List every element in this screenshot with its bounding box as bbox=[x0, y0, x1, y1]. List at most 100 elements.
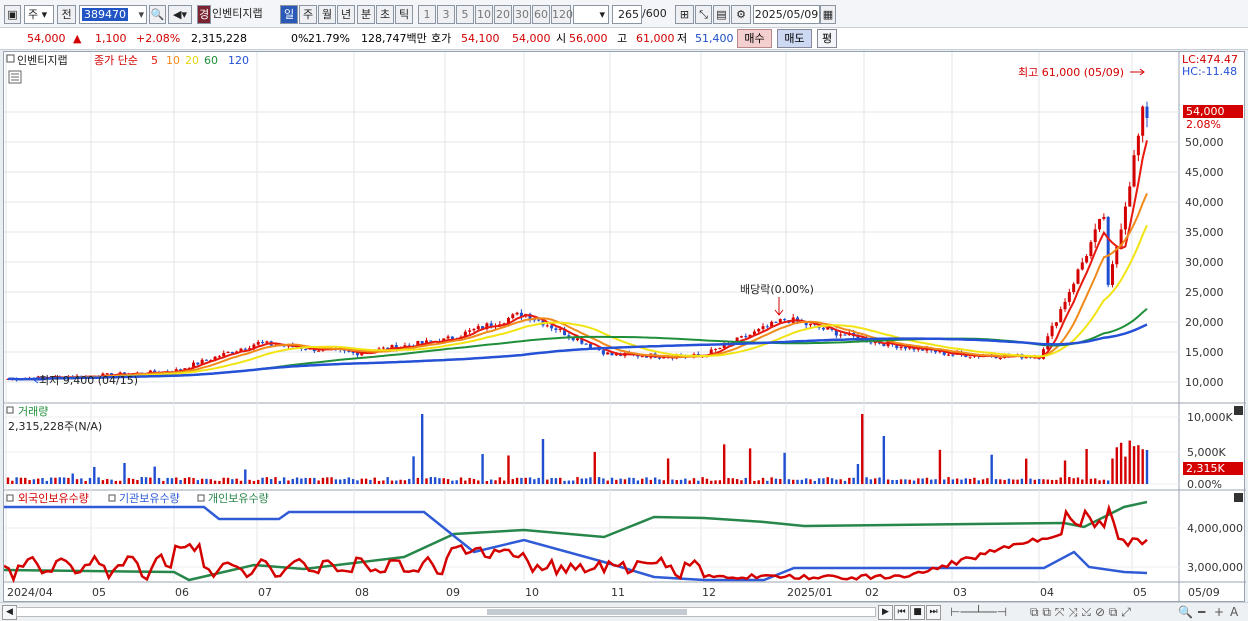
ma-10: 10 bbox=[166, 54, 180, 67]
zoom-slider-icon[interactable]: ⊢──┴──⊣ bbox=[950, 604, 1007, 620]
count-input[interactable]: 265 bbox=[612, 5, 642, 24]
candle-body bbox=[1141, 106, 1145, 136]
low-label: 저 bbox=[677, 32, 688, 45]
search-icon[interactable]: 🔍 bbox=[149, 5, 166, 24]
zoom-out-icon[interactable]: ━ bbox=[1198, 604, 1205, 620]
date-input[interactable]: 2025/05/09 bbox=[753, 5, 820, 24]
volume-bar bbox=[951, 479, 955, 484]
zoom-in-icon[interactable]: + bbox=[1214, 604, 1224, 620]
save-icon[interactable]: ▤ bbox=[713, 5, 730, 24]
period-select[interactable]: 주 ▾ bbox=[24, 5, 54, 24]
tab-day[interactable]: 일 bbox=[280, 5, 298, 24]
tab-second[interactable]: 초 bbox=[376, 5, 394, 24]
zoom-icon[interactable]: 🔍 bbox=[1178, 604, 1193, 620]
x-axis-label: 02 bbox=[865, 586, 879, 599]
stock-code-input[interactable]: 389470 ▾ bbox=[79, 5, 147, 24]
candle-body bbox=[588, 343, 592, 348]
candle-body bbox=[256, 342, 260, 345]
chart-tools-icons[interactable]: ⧉ ⧉ ⤧ ⤨ ⤩ ⊘ ⧉ ⤢ bbox=[1030, 604, 1131, 620]
average-button[interactable]: 평 bbox=[817, 29, 837, 48]
go-last-button[interactable]: ⏭ bbox=[926, 605, 941, 620]
volume-bar bbox=[498, 477, 502, 484]
go-first-button[interactable]: ⏮ bbox=[894, 605, 909, 620]
volume-legend-box-icon bbox=[6, 406, 14, 414]
volume-bar bbox=[628, 477, 631, 484]
scroll-left-button[interactable]: ◀ bbox=[2, 605, 17, 620]
volume-bar bbox=[32, 479, 36, 484]
tab-month[interactable]: 월 bbox=[318, 5, 336, 24]
volume-bar bbox=[274, 477, 277, 484]
code-dropdown-icon[interactable]: ▾ bbox=[136, 6, 146, 23]
min-price-annotation: 최저 9,400 (04/15) bbox=[39, 374, 138, 387]
interval-5[interactable]: 5 bbox=[456, 5, 474, 24]
price-y-tick: 20,000 bbox=[1185, 316, 1224, 329]
volume-bar bbox=[537, 477, 540, 484]
volume-bar bbox=[533, 479, 536, 484]
volume-bar bbox=[442, 478, 445, 484]
volume-y-tick: 5,000K bbox=[1187, 446, 1226, 459]
volume-bar bbox=[209, 479, 212, 484]
x-axis-label: 2024/04 bbox=[7, 586, 53, 599]
volume-bar bbox=[710, 480, 713, 484]
tab-week[interactable]: 주 bbox=[299, 5, 317, 24]
volume-bar bbox=[485, 480, 489, 484]
scroll-right-button[interactable]: ▶ bbox=[878, 605, 893, 620]
tab-tick[interactable]: 틱 bbox=[395, 5, 413, 24]
volume-bar bbox=[170, 478, 174, 484]
tab-year[interactable]: 년 bbox=[337, 5, 355, 24]
candle-body bbox=[1098, 218, 1102, 230]
volume-bar bbox=[45, 480, 49, 484]
volume-bar bbox=[1085, 449, 1088, 484]
draw-line-icon[interactable]: ⤡ bbox=[695, 5, 712, 24]
volume-bar bbox=[1007, 478, 1011, 484]
stop-button[interactable]: ■ bbox=[910, 605, 925, 620]
scroll-thumb[interactable] bbox=[487, 609, 687, 615]
chart-area[interactable]: 55,00050,00045,00040,00035,00030,00025,0… bbox=[3, 51, 1246, 603]
settings-gear-icon[interactable]: ⚙ bbox=[731, 5, 751, 24]
interval-10[interactable]: 10 bbox=[475, 5, 493, 24]
volume-bar bbox=[1141, 449, 1144, 484]
volume-bar bbox=[351, 479, 355, 484]
window-menu-icon[interactable]: ▣ bbox=[4, 5, 21, 24]
interval-3[interactable]: 3 bbox=[437, 5, 455, 24]
volume-bar bbox=[144, 477, 148, 484]
volume-bar bbox=[757, 480, 760, 484]
candle-body bbox=[515, 312, 519, 315]
calendar-icon[interactable]: ▦ bbox=[820, 5, 836, 24]
sell-button[interactable]: 매도 bbox=[777, 29, 812, 48]
candle-type-icon[interactable]: ⊞ bbox=[675, 5, 694, 24]
candle-body bbox=[1085, 256, 1089, 263]
volume-bar bbox=[231, 479, 234, 484]
candle-body bbox=[765, 326, 769, 328]
volume-bar bbox=[54, 477, 57, 484]
holding-panel-close-icon[interactable] bbox=[1234, 493, 1243, 502]
interval-20[interactable]: 20 bbox=[494, 5, 512, 24]
tab-minute[interactable]: 분 bbox=[357, 5, 375, 24]
custom-interval-select[interactable]: ▾ bbox=[573, 5, 609, 24]
chart-svg[interactable]: 55,00050,00045,00040,00035,00030,00025,0… bbox=[3, 52, 1246, 603]
interval-120[interactable]: 120 bbox=[551, 5, 573, 24]
interval-1[interactable]: 1 bbox=[418, 5, 436, 24]
prev-button[interactable]: 전 bbox=[57, 5, 76, 24]
auto-scale-icon[interactable]: A bbox=[1230, 604, 1238, 620]
volume-bar bbox=[1102, 479, 1106, 484]
volume-bar bbox=[559, 477, 562, 484]
volume-bar bbox=[817, 478, 821, 484]
scroll-track[interactable] bbox=[16, 607, 876, 617]
buy-button[interactable]: 매수 bbox=[737, 29, 772, 48]
volume-bar bbox=[1068, 477, 1071, 484]
volume-panel-close-icon[interactable] bbox=[1234, 406, 1243, 415]
volume-bar bbox=[1081, 479, 1084, 484]
change-percent: +2.08% bbox=[136, 32, 181, 45]
volume-bar bbox=[861, 414, 864, 484]
candle-body bbox=[1067, 292, 1071, 302]
price-y-tick: 40,000 bbox=[1185, 196, 1224, 209]
speaker-icon[interactable]: ◀▾ bbox=[168, 5, 192, 24]
volume-bar bbox=[511, 479, 514, 484]
volume-bar bbox=[287, 480, 290, 484]
interval-30[interactable]: 30 bbox=[513, 5, 531, 24]
volume-bar bbox=[908, 479, 911, 484]
interval-60[interactable]: 60 bbox=[532, 5, 550, 24]
volume-bar bbox=[377, 480, 381, 484]
volume-bar bbox=[304, 477, 307, 484]
